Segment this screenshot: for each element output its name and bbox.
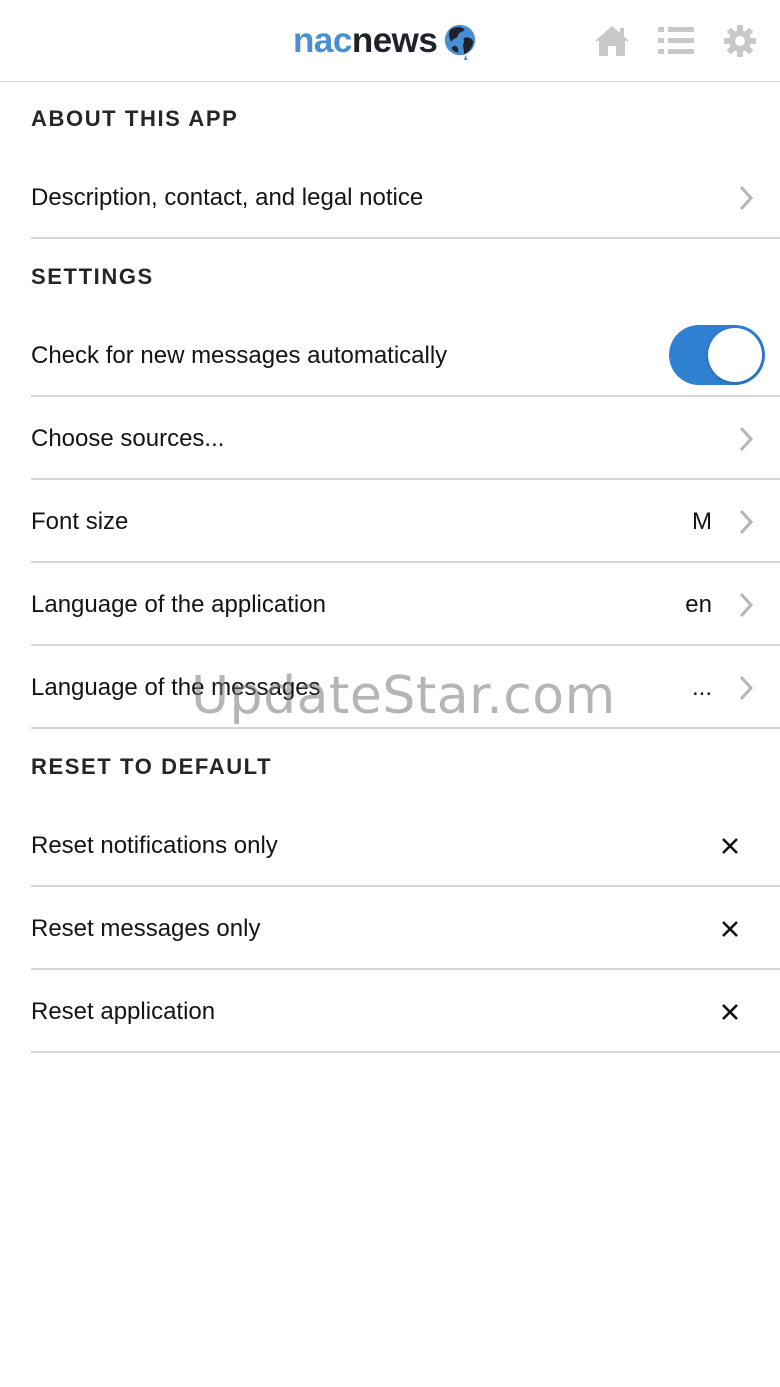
app-header: nacnews [0,0,780,82]
list-icon [658,27,694,54]
chevron-right-icon [739,592,754,617]
home-button[interactable] [592,22,632,60]
row-reset-application[interactable]: Reset application [0,970,780,1053]
auto-check-toggle[interactable] [669,324,765,385]
row-divider [31,1051,780,1053]
row-label: Reset application [31,997,216,1025]
row-reset-messages[interactable]: Reset messages only [0,887,780,970]
chevron-right-icon [739,675,754,700]
row-label: Reset notifications only [31,831,278,859]
row-message-language[interactable]: Language of the messages ... [0,646,780,729]
row-choose-sources[interactable]: Choose sources... [0,397,780,480]
row-label: Language of the messages [31,673,321,701]
gear-icon [724,25,756,57]
settings-screen: nacnews ABOUT THIS APP Description, cont… [0,0,780,1387]
chevron-right-icon [739,509,754,534]
row-label: Description, contact, and legal notice [31,183,424,211]
row-description-contact-legal[interactable]: Description, contact, and legal notice [0,156,780,239]
message-language-value: ... [691,673,712,701]
toggle-knob [708,327,762,382]
chevron-right-icon [739,185,754,210]
globe-icon [445,24,476,60]
list-button[interactable] [656,22,696,60]
section-title-about: ABOUT THIS APP [31,106,239,131]
row-font-size[interactable]: Font size M [0,480,780,563]
close-icon [722,1003,738,1020]
settings-button[interactable] [720,22,760,60]
row-label: Choose sources... [31,424,225,452]
section-title-reset: RESET TO DEFAULT [31,754,273,779]
row-reset-notifications[interactable]: Reset notifications only [0,804,780,887]
row-divider [31,727,780,729]
row-auto-check: Check for new messages automatically [0,314,780,397]
home-icon [595,26,629,56]
row-label: Reset messages only [31,914,261,942]
row-divider [31,237,780,239]
brand-name-part1: nac [293,21,352,60]
close-icon [722,920,738,937]
close-icon [722,837,738,854]
brand-name: nacnews [293,18,438,64]
row-label: Check for new messages automatically [31,341,448,369]
row-label: Font size [31,507,129,535]
brand-name-part2: news [351,21,438,60]
section-title-settings: SETTINGS [31,264,154,289]
app-language-value: en [685,590,712,618]
app-logo: nacnews [293,18,479,64]
font-size-value: M [692,507,712,535]
chevron-right-icon [739,426,754,451]
row-label: Language of the application [31,590,326,618]
row-app-language[interactable]: Language of the application en [0,563,780,646]
